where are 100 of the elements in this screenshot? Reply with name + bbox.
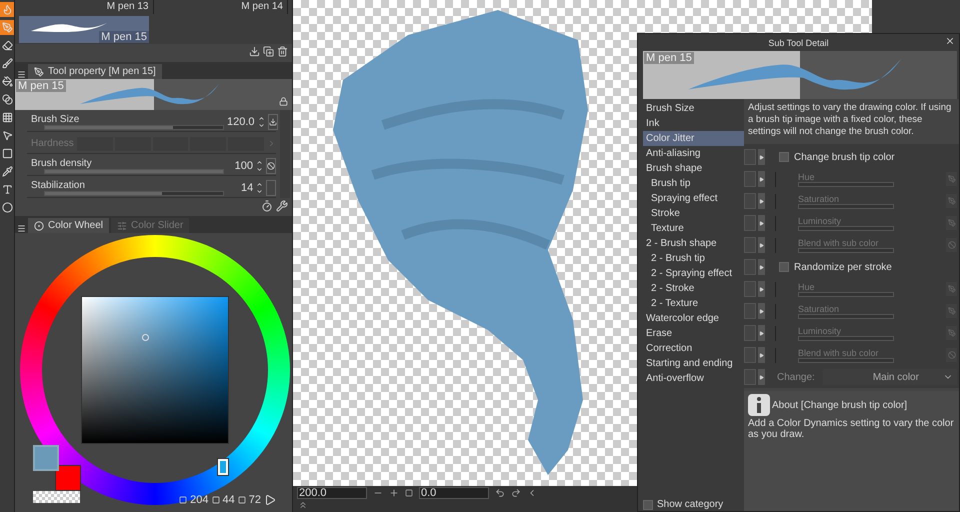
- property-value[interactable]: 14: [227, 182, 254, 194]
- checkbox-label: Change brush tip color: [794, 152, 895, 162]
- category-item[interactable]: Anti-aliasing: [643, 146, 744, 161]
- category-item[interactable]: 2 - Spraying effect: [643, 266, 744, 281]
- tool-icon: [2, 184, 12, 195]
- checkbox[interactable]: [779, 152, 789, 162]
- panel-tab[interactable]: Tool property [M pen 15]: [28, 64, 162, 79]
- rotate-left-icon[interactable]: [495, 488, 505, 498]
- sub-color-swatch[interactable]: [55, 465, 81, 491]
- toggle-box[interactable]: [744, 281, 756, 297]
- slider-track[interactable]: [798, 292, 894, 296]
- category-item[interactable]: Brush tip: [643, 176, 744, 191]
- category-item[interactable]: Starting and ending: [643, 356, 744, 371]
- color-cursor[interactable]: [142, 334, 149, 341]
- parameter-label: Blend with sub color: [798, 348, 880, 358]
- tool-icon: [2, 40, 12, 51]
- close-button[interactable]: [945, 36, 955, 46]
- category-item[interactable]: Stroke: [643, 206, 744, 221]
- tool-button[interactable]: [0, 74, 14, 89]
- color-value: 44: [222, 494, 235, 506]
- menu-icon[interactable]: [17, 224, 26, 233]
- play-icon[interactable]: [264, 494, 276, 506]
- saturation-value-square[interactable]: [81, 296, 229, 444]
- fit-icon[interactable]: [405, 489, 413, 497]
- expand-icon[interactable]: [298, 500, 308, 510]
- category-item[interactable]: Brush shape: [643, 161, 744, 176]
- duplicate-icon[interactable]: [263, 46, 274, 57]
- toggle-box[interactable]: [744, 193, 756, 209]
- tool-button[interactable]: [0, 110, 14, 125]
- category-item[interactable]: Texture: [643, 221, 744, 236]
- slider-track[interactable]: [798, 358, 894, 362]
- scroll-bar[interactable]: [280, 110, 290, 198]
- category-item[interactable]: Brush Size: [643, 101, 744, 116]
- tool-button[interactable]: [0, 38, 14, 53]
- slider-track[interactable]: [44, 190, 224, 196]
- zoom-field[interactable]: 200.0: [297, 487, 367, 499]
- slider-track[interactable]: [798, 182, 894, 186]
- toggle-box[interactable]: [744, 215, 756, 231]
- change-dropdown[interactable]: Main color: [822, 369, 957, 385]
- trash-icon[interactable]: [277, 46, 288, 57]
- toggle-box[interactable]: [744, 369, 756, 385]
- checkbox[interactable]: [643, 500, 653, 510]
- color-value: 72: [248, 494, 261, 506]
- category-item[interactable]: Watercolor edge: [643, 311, 744, 326]
- slider-track[interactable]: [798, 248, 894, 252]
- tool-button[interactable]: [0, 56, 14, 71]
- toggle-box[interactable]: [744, 237, 756, 253]
- category-item[interactable]: 2 - Brush shape: [643, 236, 744, 251]
- brush-name: M pen 14: [154, 0, 288, 14]
- category-item[interactable]: 2 - Brush tip: [643, 251, 744, 266]
- spinner-icon[interactable]: [258, 114, 265, 128]
- tool-icon: [2, 148, 12, 159]
- tool-icon: [2, 112, 12, 123]
- parameter-label: Luminosity: [798, 216, 842, 226]
- slider-track[interactable]: [798, 314, 894, 318]
- category-item[interactable]: Color Jitter: [643, 131, 744, 146]
- spinner-icon[interactable]: [256, 180, 264, 194]
- wrench-icon[interactable]: [276, 200, 288, 212]
- tool-button[interactable]: [0, 200, 14, 215]
- slider-track[interactable]: [798, 226, 894, 230]
- toggle-box[interactable]: [744, 303, 756, 319]
- category-item[interactable]: Anti-overflow: [643, 371, 744, 386]
- category-item[interactable]: Correction: [643, 341, 744, 356]
- slider-track[interactable]: [44, 124, 224, 130]
- panel-tab[interactable]: Color Wheel: [28, 218, 110, 233]
- category-item[interactable]: 2 - Texture: [643, 296, 744, 311]
- sliders-icon: [117, 220, 128, 230]
- toggle-box[interactable]: [744, 171, 756, 187]
- toggle-box[interactable]: [744, 149, 756, 165]
- transparent-swatch[interactable]: [33, 491, 80, 503]
- tool-icon: [2, 76, 12, 87]
- spinner-icon[interactable]: [256, 158, 263, 172]
- lock-icon[interactable]: [279, 97, 288, 106]
- category-item[interactable]: 2 - Stroke: [643, 281, 744, 296]
- category-item[interactable]: Erase: [643, 326, 744, 341]
- checkbox[interactable]: [779, 262, 789, 272]
- tool-button[interactable]: [0, 146, 14, 161]
- brush-thumbnail[interactable]: M pen 15: [19, 16, 149, 43]
- main-color-swatch[interactable]: [33, 445, 59, 471]
- side-button[interactable]: [266, 158, 276, 174]
- toggle-box[interactable]: [744, 325, 756, 341]
- hue-handle[interactable]: [218, 459, 228, 475]
- tool-button[interactable]: [0, 164, 14, 179]
- category-item[interactable]: Spraying effect: [643, 191, 744, 206]
- tool-button[interactable]: [0, 92, 14, 107]
- toggle-box[interactable]: [744, 259, 756, 275]
- rotate-right-icon[interactable]: [511, 488, 521, 498]
- toggle-box[interactable]: [744, 347, 756, 363]
- checkbox-label: Randomize per stroke: [794, 262, 892, 272]
- property-value[interactable]: 120.0: [227, 116, 255, 128]
- slider-track[interactable]: [798, 204, 894, 208]
- zoom-in-icon[interactable]: [389, 488, 399, 498]
- category-item[interactable]: Ink: [643, 116, 744, 131]
- menu-icon[interactable]: [17, 70, 26, 79]
- property-value[interactable]: 100: [227, 160, 253, 172]
- download-icon[interactable]: [249, 46, 260, 57]
- side-button[interactable]: [268, 114, 278, 130]
- slider-track[interactable]: [798, 336, 894, 340]
- timer-icon[interactable]: [261, 200, 273, 212]
- angle-field[interactable]: 0.0: [419, 487, 489, 499]
